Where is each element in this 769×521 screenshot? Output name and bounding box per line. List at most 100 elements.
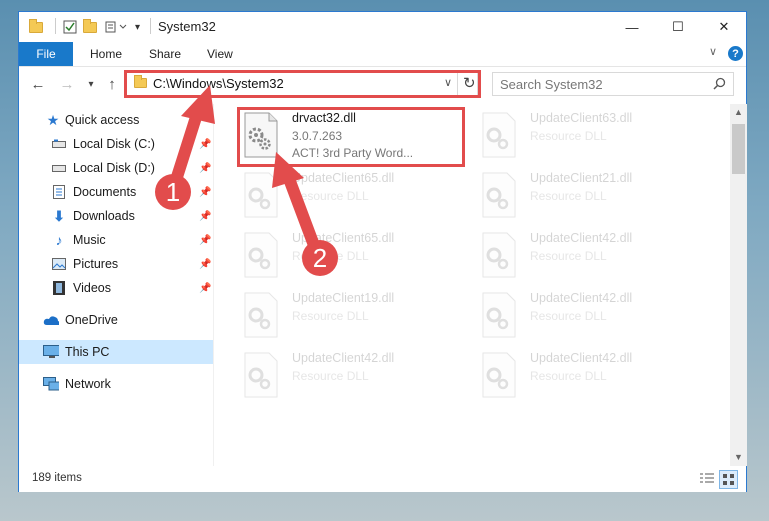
- search-icon[interactable]: [713, 77, 726, 93]
- large-icons-view-icon[interactable]: [719, 470, 738, 489]
- pictures-icon: [51, 257, 67, 271]
- file-name: UpdateClient42.dll: [530, 231, 633, 245]
- drive-icon: [51, 161, 67, 175]
- file-item[interactable]: UpdateClient42.dll Resource DLL: [481, 290, 711, 346]
- recent-locations-button[interactable]: ▾: [81, 74, 101, 94]
- chevron-down-icon[interactable]: ▾: [135, 18, 140, 36]
- sidebar-item-music[interactable]: ♪ Music 📌: [19, 228, 213, 252]
- dll-file-icon: [244, 292, 278, 338]
- pin-icon[interactable]: 📌: [199, 139, 211, 150]
- star-icon: ★: [46, 111, 60, 128]
- tab-share[interactable]: Share: [149, 47, 181, 61]
- file-item[interactable]: UpdateClient42.dll Resource DLL: [481, 230, 711, 286]
- properties-icon[interactable]: [63, 18, 77, 36]
- navigation-pane: ★ Quick access Local Disk (C:) 📌 Local D…: [19, 107, 213, 467]
- sidebar-item-quick-access[interactable]: ★ Quick access: [19, 108, 213, 132]
- sidebar-item-this-pc[interactable]: This PC: [19, 340, 213, 364]
- sidebar-item-label: Music: [73, 233, 106, 247]
- divider: [150, 18, 151, 34]
- annotation-highlight-address: [124, 70, 481, 98]
- vertical-scrollbar[interactable]: ▲ ▼: [730, 104, 747, 466]
- file-name: UpdateClient63.dll: [530, 111, 633, 125]
- drive-icon: [51, 137, 67, 151]
- sidebar-item-label: Documents: [73, 185, 137, 199]
- ribbon: File Home Share View ∨ ?: [19, 42, 746, 67]
- dll-file-icon: [482, 292, 516, 338]
- sidebar-item-local-disk-c[interactable]: Local Disk (C:) 📌: [19, 132, 213, 156]
- dll-file-icon: [244, 352, 278, 398]
- customize-toolbar-icon[interactable]: [105, 18, 129, 36]
- tab-view[interactable]: View: [207, 47, 233, 61]
- search-box[interactable]: Search System32: [492, 72, 734, 96]
- sidebar-item-label: Local Disk (D:): [73, 161, 155, 175]
- file-name: UpdateClient42.dll: [292, 351, 395, 365]
- new-folder-icon[interactable]: [83, 18, 97, 36]
- file-name: UpdateClient42.dll: [530, 351, 633, 365]
- file-type: Resource DLL: [530, 369, 607, 383]
- pin-icon[interactable]: 📌: [199, 163, 211, 174]
- file-type: Resource DLL: [530, 189, 607, 203]
- file-name: UpdateClient65.dll: [292, 171, 395, 185]
- details-view-icon[interactable]: [699, 472, 715, 489]
- network-icon: [43, 377, 59, 391]
- sidebar-item-pictures[interactable]: Pictures 📌: [19, 252, 213, 276]
- chevron-down-icon[interactable]: ∨: [709, 45, 717, 58]
- sidebar-item-network[interactable]: Network: [19, 372, 213, 396]
- pin-icon[interactable]: 📌: [199, 283, 211, 294]
- file-name: UpdateClient42.dll: [530, 291, 633, 305]
- music-icon: ♪: [55, 232, 63, 248]
- file-type: Resource DLL: [292, 309, 369, 323]
- minimize-button[interactable]: —: [609, 12, 655, 42]
- forward-button[interactable]: →: [57, 74, 77, 94]
- title-bar: ▾ System32 — ☐ ✕: [19, 12, 746, 42]
- cloud-icon: [43, 313, 59, 327]
- sidebar-item-onedrive[interactable]: OneDrive: [19, 308, 213, 332]
- file-type: Resource DLL: [530, 309, 607, 323]
- download-icon: ⬇: [53, 207, 65, 224]
- tab-home[interactable]: Home: [90, 47, 122, 61]
- file-item[interactable]: UpdateClient42.dll Resource DLL: [481, 350, 711, 406]
- sidebar-item-videos[interactable]: Videos 📌: [19, 276, 213, 300]
- file-type: Resource DLL: [292, 369, 369, 383]
- sidebar-item-downloads[interactable]: ⬇ Downloads 📌: [19, 204, 213, 228]
- sidebar-item-local-disk-d[interactable]: Local Disk (D:) 📌: [19, 156, 213, 180]
- help-icon[interactable]: ?: [728, 46, 743, 61]
- folder-icon: [29, 18, 43, 36]
- dll-file-icon: [482, 112, 516, 158]
- file-item[interactable]: UpdateClient65.dll Resource DLL: [243, 230, 473, 286]
- pin-icon[interactable]: 📌: [199, 235, 211, 246]
- pin-icon[interactable]: 📌: [199, 259, 211, 270]
- file-item[interactable]: UpdateClient42.dll Resource DLL: [243, 350, 473, 406]
- explorer-window: ▾ System32 — ☐ ✕ File Home Share View ∨ …: [18, 11, 747, 492]
- up-button[interactable]: ↑: [102, 74, 122, 94]
- documents-icon: [51, 185, 67, 199]
- dll-file-icon: [482, 352, 516, 398]
- annotation-callout-1: 1: [155, 174, 191, 210]
- back-button[interactable]: ←: [28, 74, 48, 94]
- scrollbar-thumb[interactable]: [732, 124, 745, 174]
- file-item[interactable]: UpdateClient65.dll Resource DLL: [243, 170, 473, 226]
- file-name: UpdateClient21.dll: [530, 171, 633, 185]
- pane-divider[interactable]: [213, 104, 214, 466]
- scroll-down-icon[interactable]: ▼: [734, 452, 743, 462]
- scroll-up-icon[interactable]: ▲: [734, 107, 743, 117]
- file-item[interactable]: UpdateClient19.dll Resource DLL: [243, 290, 473, 346]
- computer-icon: [43, 345, 59, 359]
- file-item[interactable]: UpdateClient63.dll Resource DLL: [481, 110, 711, 166]
- item-count: 189 items: [32, 472, 82, 484]
- sidebar-item-label: Local Disk (C:): [73, 137, 155, 151]
- pin-icon[interactable]: 📌: [199, 211, 211, 222]
- maximize-button[interactable]: ☐: [655, 12, 701, 42]
- tab-file[interactable]: File: [19, 42, 73, 66]
- file-item[interactable]: UpdateClient21.dll Resource DLL: [481, 170, 711, 226]
- window-title: System32: [158, 19, 216, 34]
- close-button[interactable]: ✕: [701, 12, 747, 42]
- videos-icon: [51, 281, 67, 295]
- file-type: Resource DLL: [530, 129, 607, 143]
- status-bar: 189 items: [19, 467, 746, 492]
- search-input[interactable]: Search System32: [500, 77, 603, 92]
- sidebar-item-label: Quick access: [65, 113, 140, 127]
- dll-file-icon: [244, 172, 278, 218]
- pin-icon[interactable]: 📌: [199, 187, 211, 198]
- sidebar-item-label: This PC: [65, 345, 110, 359]
